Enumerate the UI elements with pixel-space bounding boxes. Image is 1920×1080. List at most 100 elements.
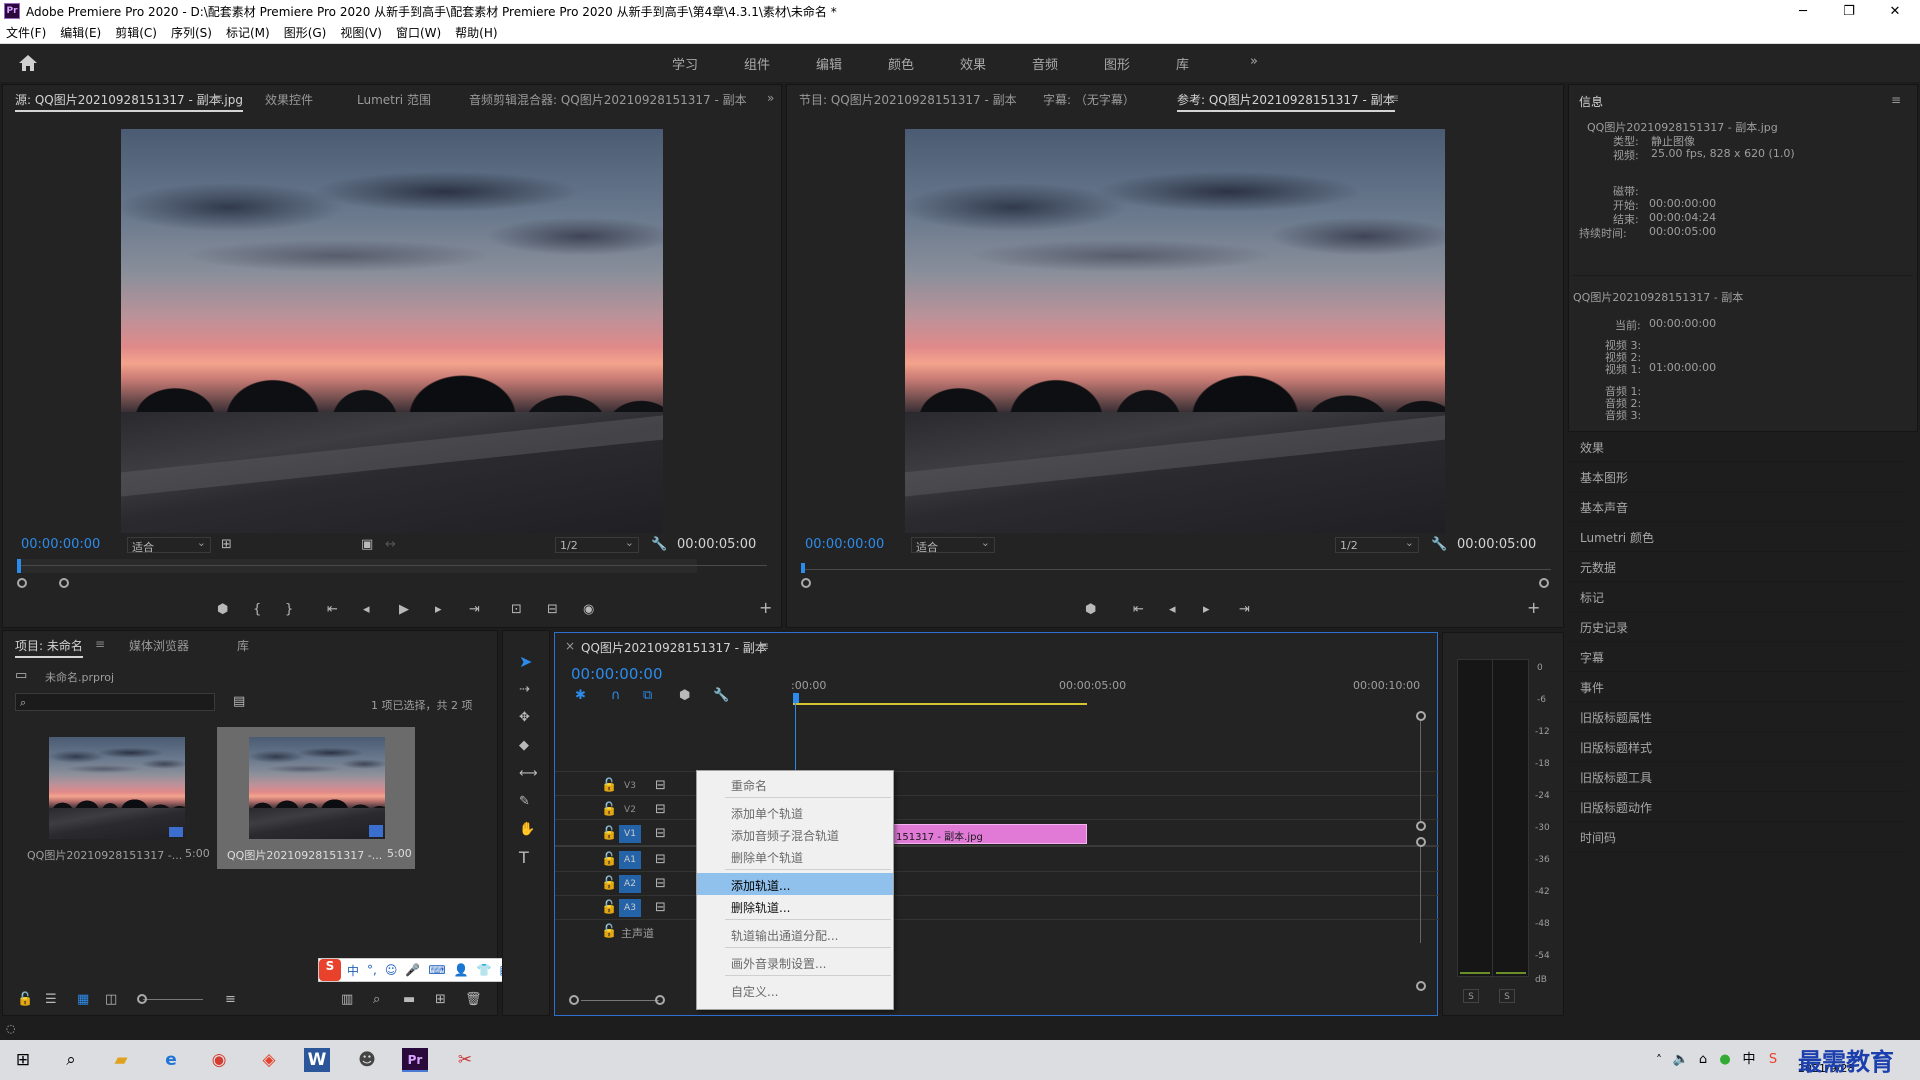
- automate-to-sequence-icon[interactable]: ▥: [341, 993, 353, 1006]
- tray-app-icon[interactable]: ●: [1712, 1048, 1738, 1072]
- export-frame-camera-icon[interactable]: ◉: [583, 603, 594, 616]
- vertical-scroll-video-handle[interactable]: [1416, 821, 1426, 831]
- menu-help[interactable]: 帮助(H): [455, 24, 497, 41]
- new-item-icon[interactable]: ⊞: [435, 993, 446, 1006]
- track-a3-label[interactable]: A3: [619, 899, 641, 917]
- side-panel-legacy-title-properties[interactable]: 旧版标题属性: [1568, 702, 1908, 732]
- tab-project[interactable]: 项目: 未命名: [15, 637, 83, 658]
- program-marker-icon[interactable]: ⬢: [1085, 603, 1096, 616]
- ctx-voiceover-settings[interactable]: 画外音录制设置...: [697, 951, 893, 973]
- ctx-rename[interactable]: 重命名: [697, 773, 893, 795]
- source-zoom-start-handle[interactable]: [17, 578, 27, 588]
- side-panel-legacy-title-actions[interactable]: 旧版标题动作: [1568, 792, 1908, 822]
- tab-libraries[interactable]: 库: [237, 637, 249, 654]
- v1-sync-lock-icon[interactable]: ⊟: [655, 827, 666, 840]
- vertical-scroll-audio-handle[interactable]: [1416, 837, 1426, 847]
- home-icon[interactable]: [18, 54, 38, 72]
- program-go-to-in-icon[interactable]: ⇤: [1133, 603, 1144, 616]
- snipping-tool-icon[interactable]: ✂: [452, 1048, 478, 1072]
- solo-right-button[interactable]: S: [1499, 989, 1515, 1003]
- ctx-add-single-track[interactable]: 添加单个轨道: [697, 801, 893, 823]
- side-panel-history[interactable]: 历史记录: [1568, 612, 1908, 642]
- sogou-logo-icon[interactable]: S: [319, 959, 341, 981]
- work-area-bar[interactable]: [793, 703, 1087, 705]
- side-panel-markers[interactable]: 标记: [1568, 582, 1908, 612]
- tab-program[interactable]: 节目: QQ图片20210928151317 - 副本: [799, 91, 1017, 108]
- project-item-2-selected[interactable]: QQ图片20210928151317 -... 5:00: [217, 727, 415, 869]
- selection-tool-icon[interactable]: ➤: [519, 654, 532, 670]
- program-go-to-out-icon[interactable]: ⇥: [1239, 603, 1250, 616]
- minimize-button[interactable]: ─: [1780, 0, 1826, 22]
- app-360-icon[interactable]: ◈: [256, 1048, 282, 1072]
- ctx-customize[interactable]: 自定义...: [697, 979, 893, 1001]
- tab-audio-clip-mixer[interactable]: 音频剪辑混合器: QQ图片20210928151317 - 副本: [469, 91, 747, 108]
- track-select-tool-icon[interactable]: ⇢: [519, 683, 530, 696]
- side-panel-timecode[interactable]: 时间码: [1568, 822, 1908, 852]
- ime-user-icon[interactable]: 👤: [454, 963, 469, 977]
- workspace-effects[interactable]: 效果: [960, 54, 986, 73]
- program-step-forward-icon[interactable]: ▸: [1203, 603, 1210, 616]
- ctx-add-audio-submix-track[interactable]: 添加音频子混合轨道: [697, 823, 893, 845]
- source-scrub-bar[interactable]: [17, 559, 697, 573]
- side-panel-essential-graphics[interactable]: 基本图形: [1568, 462, 1908, 492]
- panel-overflow-icon[interactable]: »: [767, 91, 774, 105]
- settings-wrench-icon[interactable]: 🔧: [651, 538, 667, 551]
- ime-punctuation-icon[interactable]: °,: [367, 963, 377, 977]
- find-icon[interactable]: ⌕: [373, 993, 380, 1006]
- track-a1-label[interactable]: A1: [619, 851, 641, 869]
- timeline-menu-icon[interactable]: ≡: [759, 639, 769, 653]
- play-icon[interactable]: ▶: [399, 603, 409, 616]
- workspace-learn[interactable]: 学习: [672, 54, 698, 73]
- ripple-edit-tool-icon[interactable]: ✥: [519, 711, 530, 724]
- step-back-icon[interactable]: ◂: [363, 603, 370, 616]
- thumbnail-zoom-slider[interactable]: [143, 999, 203, 1000]
- menu-edit[interactable]: 编辑(E): [60, 24, 101, 41]
- a1-lock-icon[interactable]: 🔓: [601, 853, 617, 866]
- slip-tool-icon[interactable]: ⟷: [519, 767, 538, 780]
- restore-button[interactable]: ❐: [1826, 0, 1872, 22]
- source-resolution-dropdown[interactable]: 1/2: [555, 536, 639, 553]
- export-frame-icon[interactable]: ▣: [361, 538, 373, 551]
- tab-source[interactable]: 源: QQ图片20210928151317 - 副本.jpg: [15, 91, 243, 112]
- project-item-1[interactable]: QQ图片20210928151317 -... 5:00: [17, 727, 210, 865]
- program-timecode[interactable]: 00:00:00:00: [805, 537, 884, 552]
- side-panel-metadata[interactable]: 元数据: [1568, 552, 1908, 582]
- workspace-editing[interactable]: 编辑: [816, 54, 842, 73]
- v2-sync-lock-icon[interactable]: ⊟: [655, 803, 666, 816]
- a2-sync-lock-icon[interactable]: ⊟: [655, 877, 666, 890]
- menu-graphics[interactable]: 图形(G): [284, 24, 327, 41]
- timeline-clip-v1[interactable]: 151317 - 副本.jpg: [891, 824, 1087, 844]
- new-bin-icon[interactable]: ▬: [403, 993, 415, 1006]
- track-v2-label[interactable]: V2: [619, 801, 641, 819]
- sort-icon[interactable]: ≡: [225, 993, 236, 1006]
- program-fit-dropdown[interactable]: 适合: [911, 536, 995, 554]
- freeform-view-icon[interactable]: ◫: [105, 993, 117, 1006]
- timeline-settings-icon[interactable]: 🔧: [713, 689, 729, 702]
- track-v3-label[interactable]: V3: [619, 777, 641, 795]
- zoom-slider-handle[interactable]: [137, 994, 147, 1004]
- step-forward-icon[interactable]: ▸: [435, 603, 442, 616]
- drag-video-icon[interactable]: ↔: [385, 538, 396, 551]
- taskbar-search-icon[interactable]: ⌕: [58, 1048, 84, 1072]
- new-bin-search-icon[interactable]: ▤: [233, 695, 245, 708]
- pen-tool-icon[interactable]: ✎: [519, 795, 530, 808]
- windows-start-icon[interactable]: ⊞: [10, 1048, 36, 1072]
- nest-icon[interactable]: ✱: [575, 689, 586, 702]
- menu-sequence[interactable]: 序列(S): [171, 24, 212, 41]
- file-explorer-icon[interactable]: ▰: [108, 1048, 134, 1072]
- chrome-icon[interactable]: ◉: [206, 1048, 232, 1072]
- premiere-taskbar-icon[interactable]: Pr: [402, 1048, 428, 1072]
- menu-view[interactable]: 视图(V): [340, 24, 382, 41]
- tab-media-browser[interactable]: 媒体浏览器: [129, 637, 189, 654]
- user-photo-icon[interactable]: ☻: [354, 1048, 380, 1072]
- mark-out-icon[interactable]: }: [285, 603, 293, 616]
- workspace-graphics[interactable]: 图形: [1104, 54, 1130, 73]
- program-zoom-start-handle[interactable]: [801, 578, 811, 588]
- vertical-scroll-top-handle[interactable]: [1416, 711, 1426, 721]
- add-marker-timeline-icon[interactable]: ⬢: [679, 689, 690, 702]
- insert-icon[interactable]: ⊡: [511, 603, 522, 616]
- word-icon[interactable]: W: [304, 1048, 330, 1072]
- tab-reference[interactable]: 参考: QQ图片20210928151317 - 副本: [1177, 91, 1395, 112]
- tab-effect-controls[interactable]: 效果控件: [265, 91, 313, 108]
- a3-lock-icon[interactable]: 🔓: [601, 901, 617, 914]
